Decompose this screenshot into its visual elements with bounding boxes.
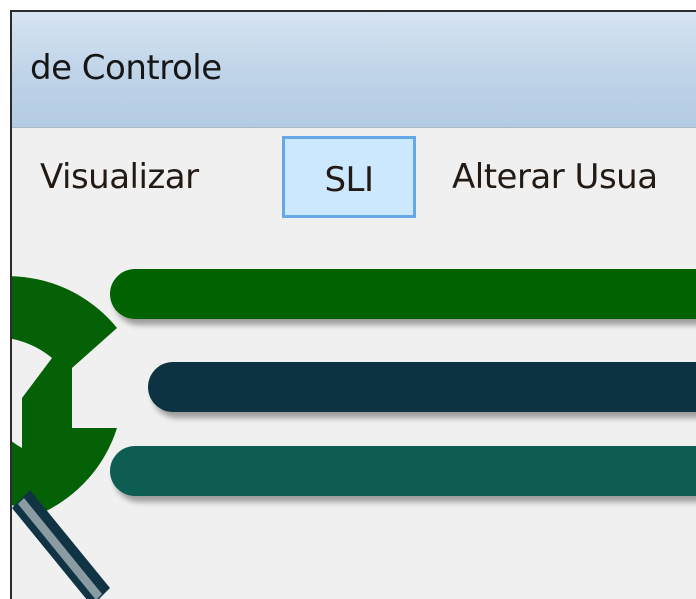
title-bar: de Controle xyxy=(12,12,696,128)
logo-bar-top xyxy=(110,269,696,319)
menu-item-sli[interactable]: SLI xyxy=(282,136,416,218)
menu-item-visualizar[interactable]: Visualizar xyxy=(40,136,199,218)
lens-handle xyxy=(12,490,110,599)
lens-ring xyxy=(12,276,117,513)
main-content xyxy=(12,228,696,599)
menu-bar: Visualizar SLI Alterar Usua xyxy=(12,128,696,228)
logo-bar-middle xyxy=(148,362,696,412)
application-window: de Controle Visualizar SLI Alterar Usua xyxy=(10,10,696,599)
logo-bar-bottom xyxy=(110,446,696,496)
window-title: de Controle xyxy=(30,48,222,88)
menu-item-alterar-usuario[interactable]: Alterar Usua xyxy=(452,136,658,218)
magnifier-logo-icon xyxy=(12,269,696,599)
